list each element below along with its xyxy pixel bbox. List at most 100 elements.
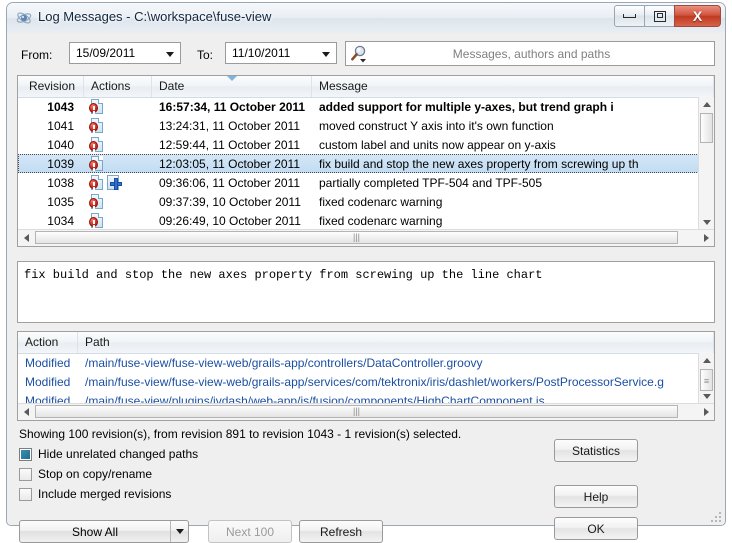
- cell-actions: [84, 175, 152, 190]
- revision-list-vertical-scrollbar[interactable]: [698, 97, 714, 230]
- cell-message: custom label and units now appear on y-a…: [319, 137, 556, 152]
- scroll-thumb[interactable]: [700, 113, 713, 143]
- scroll-down-button[interactable]: [699, 389, 714, 404]
- changed-paths-body[interactable]: Modified /main/fuse-view/fuse-view-web/g…: [18, 353, 699, 405]
- title-bar[interactable]: Log Messages - C:\workspace\fuse-view X: [7, 3, 725, 34]
- column-header-message[interactable]: Message: [312, 76, 714, 97]
- close-icon: X: [692, 8, 703, 24]
- cell-date: 12:59:44, 11 October 2011: [159, 137, 300, 152]
- statistics-button[interactable]: Statistics: [554, 439, 638, 462]
- changed-paths-panel: Action Path Modified /main/fuse-view/fus…: [17, 331, 715, 421]
- scroll-thumb[interactable]: ≡: [700, 369, 713, 391]
- cell-actions: [84, 137, 152, 152]
- cell-actions: [84, 118, 152, 133]
- grip-icon: |||: [352, 406, 360, 416]
- minimize-button[interactable]: [614, 5, 645, 27]
- scroll-right-button[interactable]: [698, 230, 714, 245]
- changed-paths-horizontal-scrollbar[interactable]: |||: [18, 403, 714, 420]
- column-header-date-label: Date: [159, 79, 185, 93]
- column-header-actions[interactable]: Actions: [84, 76, 152, 97]
- table-row[interactable]: 1043 16:57:34, 11 October 2011 added sup…: [18, 97, 699, 116]
- scroll-down-button[interactable]: [699, 215, 714, 230]
- column-header-revision[interactable]: Revision: [18, 76, 84, 97]
- from-date-value: 15/09/2011: [76, 46, 136, 60]
- commit-message-box[interactable]: fix build and stop the new axes property…: [17, 261, 715, 323]
- maximize-button[interactable]: [644, 5, 675, 27]
- close-button[interactable]: X: [674, 5, 721, 27]
- cell-message: partially completed TPF-504 and TPF-505: [319, 175, 543, 190]
- to-label: To:: [197, 48, 214, 62]
- cell-message: fix build and stop the new axes property…: [319, 156, 639, 171]
- checkbox-hide-unrelated-changed-paths[interactable]: Hide unrelated changed paths: [19, 447, 198, 461]
- checkbox-stop-on-copy-rename[interactable]: Stop on copy/rename: [19, 467, 152, 481]
- checkbox-indicator[interactable]: [19, 487, 32, 501]
- triangle-up-icon: [702, 358, 711, 363]
- cell-action: Modified: [25, 374, 71, 389]
- cell-action: Modified: [25, 355, 71, 370]
- modified-icon: [89, 156, 103, 171]
- cell-revision: 1034: [47, 213, 74, 228]
- scroll-left-button[interactable]: [18, 404, 34, 419]
- checkbox-indicator[interactable]: [19, 447, 32, 461]
- from-label: From:: [21, 48, 53, 62]
- modified-icon: [89, 137, 103, 152]
- cell-message: fixed codenarc warning: [319, 194, 443, 209]
- to-date-combo[interactable]: 11/10/2011: [225, 42, 337, 64]
- help-button[interactable]: Help: [554, 485, 638, 508]
- scroll-up-button[interactable]: [699, 97, 714, 112]
- modified-icon: [89, 99, 103, 114]
- list-item[interactable]: Modified /main/fuse-view/fuse-view-web/g…: [18, 372, 699, 391]
- table-row[interactable]: 1041 13:24:31, 11 October 2011 moved con…: [18, 116, 699, 135]
- checkbox-indicator[interactable]: [19, 467, 32, 481]
- search-icon[interactable]: [349, 44, 373, 64]
- checkbox-include-merged-revisions[interactable]: Include merged revisions: [19, 487, 171, 501]
- column-header-date[interactable]: Date: [152, 76, 312, 97]
- cell-actions: [84, 156, 152, 171]
- scroll-thumb[interactable]: |||: [35, 405, 678, 418]
- checkbox-label: Include merged revisions: [38, 487, 172, 501]
- table-row[interactable]: 1035 09:37:39, 10 October 2011 fixed cod…: [18, 192, 699, 211]
- search-input-placeholder[interactable]: Messages, authors and paths: [373, 47, 714, 61]
- triangle-up-icon: [702, 102, 711, 107]
- changed-paths-header: Action Path: [18, 332, 714, 354]
- window-title: Log Messages - C:\workspace\fuse-view: [38, 9, 272, 24]
- cell-revision: 1041: [47, 118, 74, 133]
- cell-message: fixed codenarc warning: [319, 213, 443, 228]
- resize-grip[interactable]: [709, 510, 721, 522]
- dialog-client-area: From: 15/09/2011 To: 11/10/2011 Messages…: [7, 33, 725, 543]
- modified-icon: [89, 213, 103, 228]
- triangle-down-icon: [702, 394, 711, 399]
- ok-button[interactable]: OK: [554, 517, 638, 540]
- added-icon: [107, 175, 122, 190]
- scroll-left-button[interactable]: [18, 230, 34, 245]
- cell-date: 09:36:06, 11 October 2011: [159, 175, 300, 190]
- column-header-path[interactable]: Path: [78, 332, 714, 353]
- table-row[interactable]: 1034 09:26:49, 10 October 2011 fixed cod…: [18, 211, 699, 230]
- cell-actions: [84, 99, 152, 114]
- revision-list-horizontal-scrollbar[interactable]: |||: [18, 229, 714, 246]
- grip-icon: |||: [352, 232, 360, 242]
- table-row[interactable]: 1038 09:36:06, 11 October 2011 partially…: [18, 173, 699, 192]
- table-row-selected[interactable]: 1039 12:03:05, 11 October 2011 fix build…: [18, 154, 699, 173]
- scroll-right-button[interactable]: [698, 404, 714, 419]
- scroll-thumb[interactable]: |||: [35, 231, 678, 244]
- changed-paths-vertical-scrollbar[interactable]: ≡: [698, 353, 714, 404]
- chevron-down-icon: [166, 52, 174, 57]
- cell-date: 09:26:49, 10 October 2011: [159, 213, 301, 228]
- table-row[interactable]: 1040 12:59:44, 11 October 2011 custom la…: [18, 135, 699, 154]
- cell-message: moved construct Y axis into it's own fun…: [319, 118, 554, 133]
- tortoisesvn-icon: [16, 12, 32, 24]
- from-date-combo[interactable]: 15/09/2011: [69, 42, 181, 64]
- sort-descending-icon: [226, 76, 237, 81]
- cell-date: 12:03:05, 11 October 2011: [159, 156, 300, 171]
- column-header-action[interactable]: Action: [18, 332, 78, 353]
- checkbox-label: Stop on copy/rename: [38, 467, 153, 481]
- cell-message: added support for multiple y-axes, but t…: [319, 99, 614, 114]
- cell-revision: 1039: [47, 156, 74, 171]
- cell-date: 16:57:34, 11 October 2011: [159, 99, 306, 114]
- search-box[interactable]: Messages, authors and paths: [345, 41, 715, 66]
- revision-list-body[interactable]: 1043 16:57:34, 11 October 2011 added sup…: [18, 97, 699, 230]
- list-item[interactable]: Modified /main/fuse-view/fuse-view-web/g…: [18, 353, 699, 372]
- scroll-up-button[interactable]: [699, 353, 714, 368]
- status-text: Showing 100 revision(s), from revision 8…: [19, 427, 462, 441]
